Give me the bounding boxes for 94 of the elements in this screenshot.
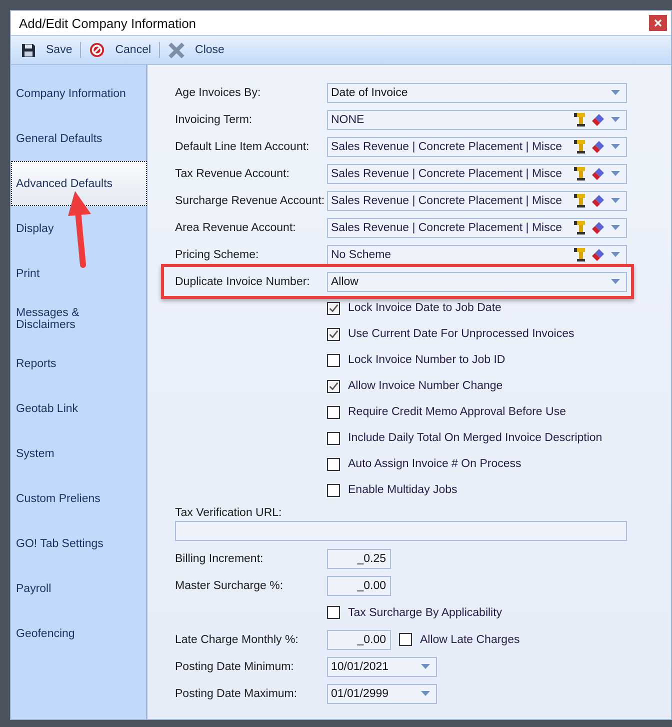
sidebar-item[interactable]: Print: [11, 251, 146, 296]
drill-icon[interactable]: [573, 247, 587, 262]
combo-box[interactable]: Sales Revenue | Concrete Placement | Misce: [327, 190, 627, 210]
field-label: Posting Date Maximum:: [175, 688, 298, 700]
checkbox-label: Lock Invoice Number to Job ID: [348, 354, 506, 366]
field-label: Tax Revenue Account:: [175, 168, 290, 180]
sidebar-item[interactable]: Reports: [11, 341, 146, 386]
checkbox[interactable]: [327, 406, 340, 418]
combo-box[interactable]: Date of Invoice: [327, 82, 627, 102]
checkbox-label: Include Daily Total On Merged Invoice Description: [348, 432, 602, 444]
cancel-icon: [89, 42, 106, 58]
sidebar-item[interactable]: System: [11, 431, 146, 476]
field-label: Master Surcharge %:: [175, 580, 284, 592]
checkbox-label: Lock Invoice Date to Job Date: [348, 302, 502, 314]
close-icon: [654, 19, 662, 27]
checkbox[interactable]: [327, 606, 340, 619]
field-label: Pricing Scheme:: [175, 248, 260, 260]
check-mark-icon: [328, 328, 339, 340]
number-field[interactable]: _0.00: [327, 630, 391, 650]
window-title: Add/Edit Company Information: [19, 16, 196, 30]
field-label: Tax Verification URL:: [175, 507, 283, 519]
checkbox[interactable]: [327, 458, 340, 470]
field-label: Default Line Item Account:: [175, 140, 310, 152]
checkbox-label: Enable Multiday Jobs: [348, 484, 458, 496]
checkbox[interactable]: [399, 633, 412, 646]
checkbox[interactable]: [327, 328, 340, 340]
dropdown-caret-icon[interactable]: [611, 90, 620, 95]
date-picker[interactable]: 10/01/2021: [327, 656, 437, 676]
toolbar-button[interactable]: Close: [162, 39, 230, 61]
sidebar-item[interactable]: Display: [11, 206, 146, 251]
drill-icon[interactable]: [573, 193, 587, 208]
sidebar-item[interactable]: GO! Tab Settings: [11, 521, 146, 566]
number-field[interactable]: _0.00: [327, 576, 391, 596]
toolbar-button[interactable]: Save: [15, 39, 78, 61]
eraser-icon[interactable]: [591, 140, 605, 154]
close-icon: [168, 42, 186, 58]
dropdown-caret-icon[interactable]: [421, 691, 430, 696]
checkbox-label: Tax Surcharge By Applicability: [348, 606, 502, 618]
sidebar-item[interactable]: Payroll: [11, 566, 146, 611]
number-field[interactable]: _0.25: [327, 548, 391, 568]
dropdown-caret-icon[interactable]: [611, 171, 620, 176]
sidebar-item[interactable]: Advanced Defaults: [11, 161, 147, 206]
checkbox-label: Require Credit Memo Approval Before Use: [348, 406, 566, 418]
dropdown-caret-icon[interactable]: [611, 279, 620, 284]
url-input-field[interactable]: [175, 521, 627, 541]
combo-box[interactable]: Sales Revenue | Concrete Placement | Misce: [327, 136, 627, 156]
dropdown-caret-icon[interactable]: [611, 144, 620, 149]
check-mark-icon: [328, 302, 339, 314]
eraser-icon[interactable]: [591, 194, 605, 208]
checkbox[interactable]: [327, 432, 340, 444]
dropdown-caret-icon[interactable]: [611, 198, 620, 203]
combo-box[interactable]: NONE: [327, 110, 627, 130]
combo-box[interactable]: Allow: [327, 272, 627, 292]
combo-box[interactable]: Sales Revenue | Concrete Placement | Misce: [327, 164, 627, 184]
combo-box[interactable]: No Scheme: [327, 244, 627, 264]
drill-icon[interactable]: [573, 220, 587, 235]
field-label: Billing Increment:: [175, 552, 264, 564]
field-label: Posting Date Minimum:: [175, 660, 295, 672]
checkbox[interactable]: [327, 302, 340, 314]
sidebar-item[interactable]: Company Information: [11, 71, 146, 116]
toolbar-button[interactable]: Cancel: [83, 39, 158, 61]
eraser-icon[interactable]: [591, 166, 605, 180]
dropdown-caret-icon[interactable]: [421, 664, 430, 669]
dropdown-caret-icon[interactable]: [611, 117, 620, 122]
field-label: Surcharge Revenue Account:: [175, 194, 326, 206]
checkbox-label: Allow Invoice Number Change: [348, 380, 503, 392]
checkbox[interactable]: [327, 484, 340, 496]
dropdown-caret-icon[interactable]: [611, 225, 620, 230]
field-label: Area Revenue Account:: [175, 222, 297, 234]
checkbox[interactable]: [327, 354, 340, 366]
field-label: Invoicing Term:: [175, 114, 254, 126]
field-label: Duplicate Invoice Number:: [175, 276, 311, 288]
check-mark-icon: [328, 380, 339, 392]
close-button[interactable]: [649, 15, 667, 31]
checkbox-label: Allow Late Charges: [420, 634, 520, 646]
field-label: Late Charge Monthly %:: [175, 634, 300, 646]
drill-icon[interactable]: [573, 112, 587, 127]
date-picker[interactable]: 01/01/2999: [327, 684, 437, 704]
eraser-icon[interactable]: [591, 112, 605, 126]
sidebar-item[interactable]: General Defaults: [11, 116, 146, 161]
field-label: Age Invoices By:: [175, 86, 262, 98]
sidebar-item[interactable]: Custom Preliens: [11, 476, 146, 521]
sidebar-item[interactable]: Geofencing: [11, 611, 146, 656]
sidebar-item[interactable]: Geotab Link: [11, 386, 146, 431]
combo-box[interactable]: Sales Revenue | Concrete Placement | Misce: [327, 218, 627, 238]
drill-icon[interactable]: [573, 166, 587, 181]
eraser-icon[interactable]: [591, 248, 605, 262]
dropdown-caret-icon[interactable]: [611, 252, 620, 257]
eraser-icon[interactable]: [591, 220, 605, 234]
checkbox[interactable]: [327, 380, 340, 392]
drill-icon[interactable]: [573, 139, 587, 154]
checkbox-label: Auto Assign Invoice # On Process: [348, 458, 522, 470]
checkbox-label: Use Current Date For Unprocessed Invoices: [348, 328, 574, 340]
sidebar-item[interactable]: Messages & Disclaimers: [11, 296, 146, 341]
